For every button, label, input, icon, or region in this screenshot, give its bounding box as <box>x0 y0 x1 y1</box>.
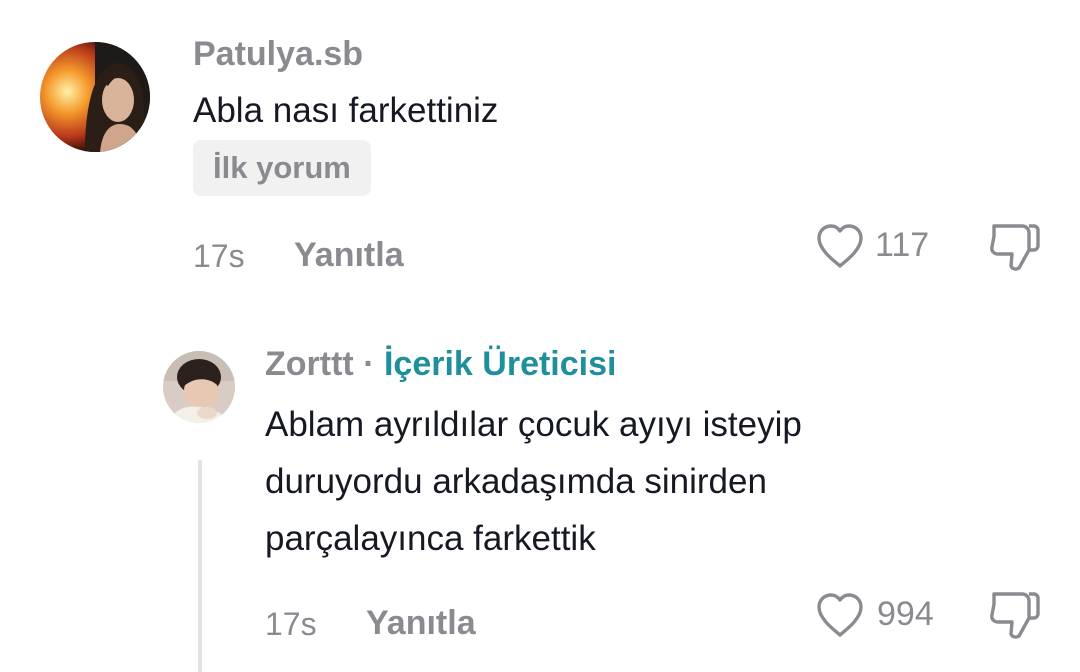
first-comment-badge: İlk yorum <box>193 140 371 196</box>
comment-text: Abla nası farkettiniz <box>193 91 499 130</box>
reply-username[interactable]: Zorttt <box>265 345 354 383</box>
reply-text-line: duruyordu arkadaşımda sinirden <box>265 462 767 501</box>
separator-dot: · <box>363 345 375 383</box>
avatar[interactable] <box>163 351 235 423</box>
reply-text-line: parçalayınca farkettik <box>265 519 596 558</box>
avatar-image <box>40 42 150 152</box>
heart-outline-icon[interactable] <box>815 222 865 270</box>
like-count: 117 <box>875 226 930 264</box>
comment-username[interactable]: Patulya.sb <box>193 37 363 71</box>
heart-outline-icon[interactable] <box>815 591 865 639</box>
thumbs-down-icon[interactable] <box>988 590 1042 640</box>
reply-button[interactable]: Yanıtla <box>294 238 404 272</box>
comment-timestamp: 17s <box>193 238 245 274</box>
avatar[interactable] <box>40 42 150 152</box>
thumbs-down-icon[interactable] <box>988 222 1042 272</box>
creator-badge: İçerik Üreticisi <box>383 345 617 383</box>
reply-timestamp: 17s <box>265 606 317 642</box>
like-count: 994 <box>877 595 934 633</box>
reply-username-line: Zorttt · İçerik Üreticisi <box>265 347 616 381</box>
avatar-image <box>163 351 235 423</box>
reply-thread-line <box>198 460 202 672</box>
reply-text-line: Ablam ayrıldılar çocuk ayıyı isteyip <box>265 405 802 444</box>
reply-text: Ablam ayrıldılar çocuk ayıyı isteyip dur… <box>265 396 802 567</box>
reply-button[interactable]: Yanıtla <box>366 606 476 640</box>
